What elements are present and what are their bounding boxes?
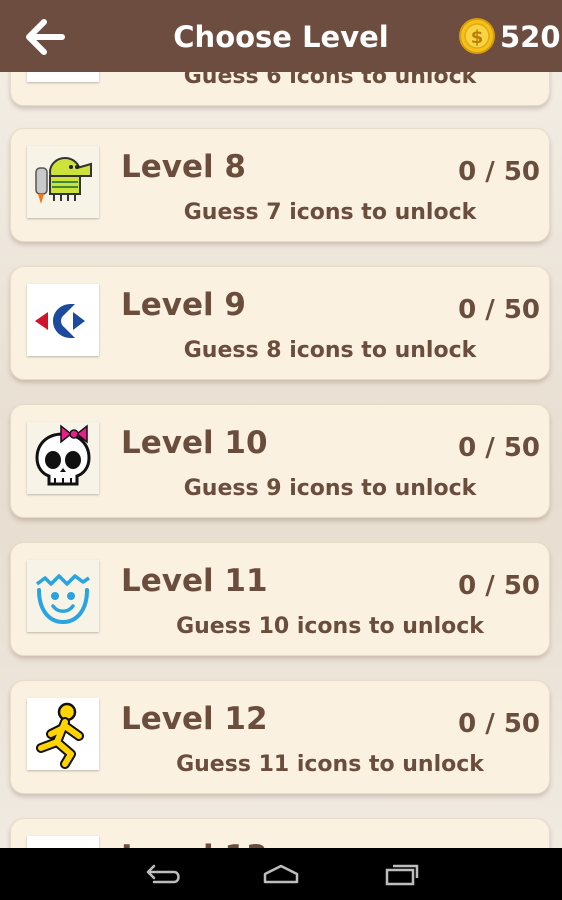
level-card-11[interactable]: Level 11 0 / 50 Guess 10 icons to unlock bbox=[10, 542, 550, 656]
level-card-10[interactable]: Level 10 0 / 50 Guess 9 icons to unlock bbox=[10, 404, 550, 518]
level-unlock-text: Guess 8 icons to unlock bbox=[183, 338, 477, 363]
nav-recents-icon[interactable] bbox=[379, 860, 423, 888]
level-progress: 0 / 50 bbox=[458, 295, 540, 325]
level-title: Level 11 bbox=[121, 563, 268, 599]
level-progress: 0 / 50 bbox=[458, 157, 540, 187]
level-card-13[interactable]: Level 13 bbox=[10, 818, 550, 848]
level-title: Level 9 bbox=[121, 287, 246, 323]
level-icon bbox=[27, 836, 99, 848]
level-progress: 0 / 50 bbox=[458, 433, 540, 463]
level-card[interactable]: Guess 6 icons to unlock bbox=[10, 72, 550, 106]
top-bar: Choose Level $ 520 bbox=[0, 0, 562, 72]
level-icon bbox=[27, 72, 99, 82]
level-card-12[interactable]: Level 12 0 / 50 Guess 11 icons to unlock bbox=[10, 680, 550, 794]
system-navigation-bar bbox=[0, 848, 562, 900]
carrefour-logo-icon bbox=[27, 284, 99, 356]
level-unlock-text: Guess 9 icons to unlock bbox=[183, 476, 477, 501]
level-card-9[interactable]: Level 9 0 / 50 Guess 8 icons to unlock bbox=[10, 266, 550, 380]
level-unlock-text: Guess 6 icons to unlock bbox=[183, 72, 477, 89]
coin-icon: $ bbox=[459, 18, 495, 54]
svg-text:$: $ bbox=[471, 27, 484, 48]
level-title: Level 12 bbox=[121, 701, 268, 737]
level-card-8[interactable]: Level 8 0 / 50 Guess 7 icons to unlock bbox=[10, 128, 550, 242]
level-progress: 0 / 50 bbox=[458, 709, 540, 739]
level-title: Level 13 bbox=[121, 839, 268, 848]
level-title: Level 8 bbox=[121, 149, 246, 185]
nav-back-icon[interactable] bbox=[140, 860, 184, 888]
level-unlock-text: Guess 7 icons to unlock bbox=[183, 200, 477, 225]
level-progress: 0 / 50 bbox=[458, 571, 540, 601]
level-title: Level 10 bbox=[121, 425, 268, 461]
smiley-face-icon bbox=[27, 560, 99, 632]
level-unlock-text: Guess 10 icons to unlock bbox=[176, 614, 484, 639]
nav-home-icon[interactable] bbox=[259, 860, 303, 888]
running-man-icon bbox=[27, 698, 99, 770]
skull-bow-icon bbox=[27, 422, 99, 494]
level-unlock-text: Guess 11 icons to unlock bbox=[176, 752, 484, 777]
coin-count: 520 bbox=[500, 20, 561, 54]
level-list[interactable]: Guess 6 icons to unlock Level 8 0 / 50 G… bbox=[0, 72, 562, 848]
doodle-jump-icon bbox=[27, 146, 99, 218]
